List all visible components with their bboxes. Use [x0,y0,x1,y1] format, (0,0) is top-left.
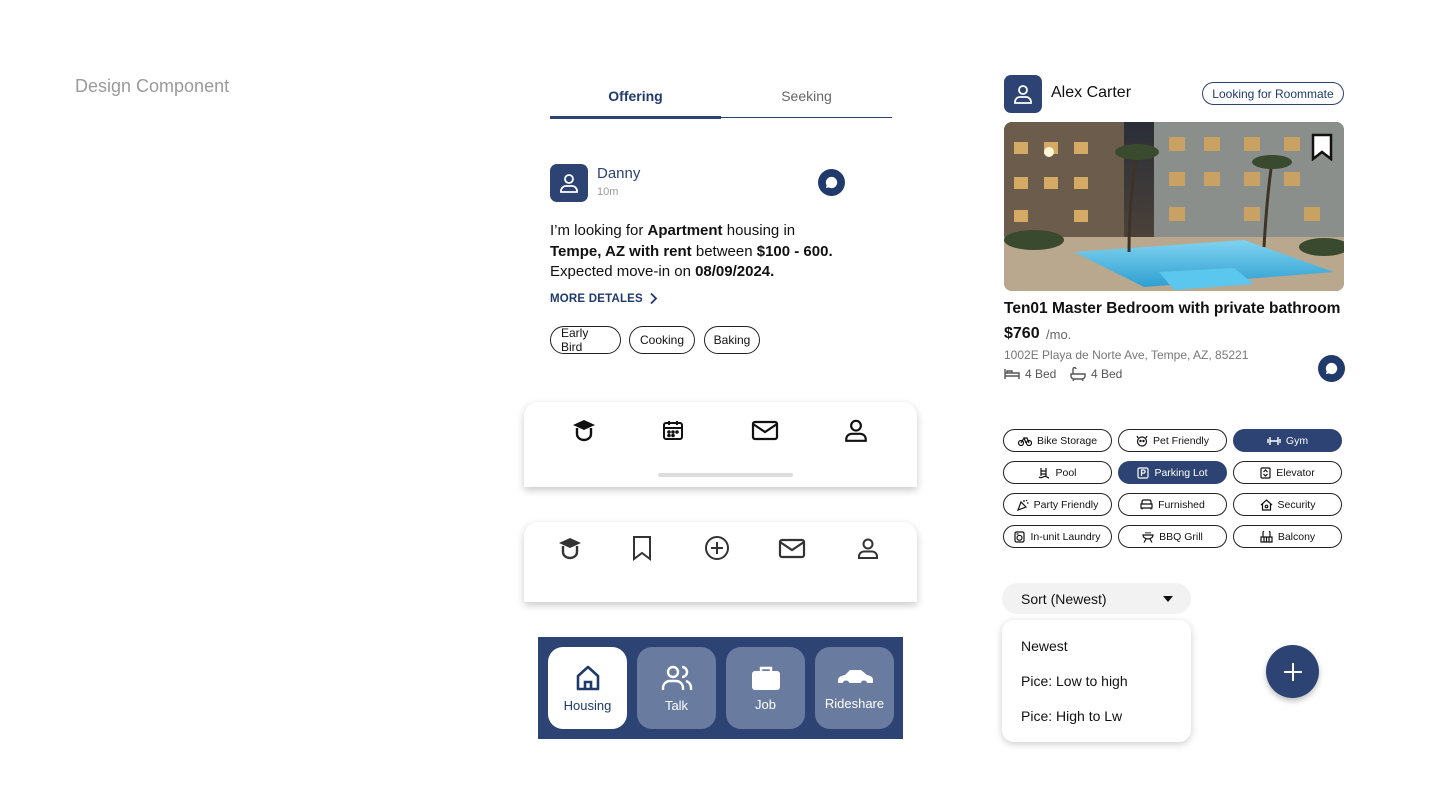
listing-owner-name[interactable]: Alex Carter [1051,84,1131,102]
home-indicator [658,473,793,477]
amenity-chip[interactable]: Security [1233,493,1342,516]
page-title: Design Component [75,76,230,96]
bottom-nav-bar [524,402,917,487]
amenity-chip[interactable]: Parking Lot [1118,461,1227,484]
nav-tile-job[interactable]: Job [726,647,805,729]
profile-icon [1014,85,1032,104]
nav-tile-label: Talk [664,697,689,713]
chat-bubble-icon [1325,362,1338,375]
bed-count: 4 Bed [1004,367,1056,381]
security-icon [1260,498,1272,511]
pet-icon [1136,435,1148,447]
amenity-chip[interactable]: Pet Friendly [1118,429,1227,452]
tab-offering[interactable]: Offering [550,80,721,119]
amenity-chip[interactable]: Elevator [1233,461,1342,484]
nav-tile-label: Housing [563,697,612,713]
nav-tile-housing[interactable]: Housing [548,647,627,729]
caret-down-icon [1163,596,1173,602]
sort-dropdown[interactable]: Sort (Newest) [1002,583,1191,614]
profile-icon[interactable] [854,534,882,562]
bathtub-icon [1070,367,1086,381]
amenity-chip[interactable]: Gym [1233,429,1342,452]
plus-icon [1283,662,1302,681]
more-details-label: MORE DETALES [550,292,643,305]
add-button[interactable] [1266,645,1319,698]
listing-title[interactable]: Ten01 Master Bedroom with private bathro… [1004,300,1340,318]
chat-button[interactable] [818,169,845,196]
sort-option[interactable]: Pice: High to Lw [1021,708,1122,724]
parking-icon [1137,466,1150,479]
bed-icon [1004,369,1020,379]
amenity-chip[interactable]: In-unit Laundry [1003,525,1112,548]
more-details-link[interactable]: MORE DETALES [550,292,658,305]
sort-option[interactable]: Newest [1021,638,1068,654]
tag-chip[interactable]: Early Bird [550,326,621,354]
grill-icon [1142,531,1154,543]
sort-label: Sort (Newest) [1021,590,1107,607]
tag-chip[interactable]: Cooking [629,326,695,354]
category-nav-bar: Housing Talk Job Rideshare [538,637,903,739]
balcony-icon [1260,530,1273,543]
amenity-chip[interactable]: Bike Storage [1003,429,1112,452]
amenity-chip[interactable]: Party Friendly [1003,493,1112,516]
chat-button[interactable] [1318,355,1345,382]
chevron-right-icon [650,292,658,305]
bath-count: 4 Bed [1070,367,1122,381]
laundry-icon [1014,530,1026,543]
bookmark-button[interactable] [1310,133,1334,166]
dumbbell-icon [1267,436,1281,445]
tag-chip[interactable]: Baking [704,326,760,354]
price-unit: /mo. [1046,327,1072,342]
graduation-cap-icon[interactable] [556,534,584,562]
avatar[interactable] [1004,75,1042,113]
sort-option[interactable]: Pice: Low to high [1021,673,1128,689]
chat-bubble-icon [825,176,838,189]
status-badge: Looking for Roommate [1202,82,1344,105]
mail-icon[interactable] [778,534,806,562]
bike-icon [1017,436,1032,446]
profile-icon[interactable] [842,416,870,444]
briefcase-icon [751,666,780,690]
sort-menu: Newest Pice: Low to high Pice: High to L… [1002,620,1191,742]
offering-seeking-tabs: Offering Seeking [550,80,892,119]
post-body: I’m looking for Apartment housing in Tem… [550,222,833,280]
tab-seeking[interactable]: Seeking [721,80,892,117]
listing-photo[interactable] [1004,122,1344,291]
add-circle-icon[interactable] [703,534,731,562]
bookmark-icon [1311,133,1333,162]
listing-address: 1002E Playa de Norte Ave, Tempe, AZ, 852… [1004,348,1249,362]
avatar[interactable] [550,164,588,202]
listing-price: $760 [1004,325,1040,342]
pool-icon [1039,467,1050,479]
nav-tile-rideshare[interactable]: Rideshare [815,647,894,729]
home-icon [576,665,599,690]
bottom-nav-bar-alt [524,522,917,602]
nav-tile-label: Job [755,696,776,712]
users-icon [661,665,692,690]
nav-tile-talk[interactable]: Talk [637,647,716,729]
post-timestamp: 10m [597,186,619,198]
post-author-name[interactable]: Danny [597,165,640,182]
elevator-icon [1260,466,1271,479]
car-icon [837,669,873,687]
amenity-chip[interactable]: Pool [1003,461,1112,484]
amenity-chip[interactable]: Balcony [1233,525,1342,548]
graduation-cap-icon[interactable] [570,416,598,444]
party-icon [1016,499,1029,511]
amenity-chip[interactable]: Furnished [1118,493,1227,516]
bookmark-icon[interactable] [628,534,656,562]
calendar-icon[interactable] [659,416,687,444]
profile-icon [560,174,578,193]
sofa-icon [1140,499,1153,510]
amenity-chip[interactable]: BBQ Grill [1118,525,1227,548]
mail-icon[interactable] [751,416,779,444]
nav-tile-label: Rideshare [824,695,885,711]
